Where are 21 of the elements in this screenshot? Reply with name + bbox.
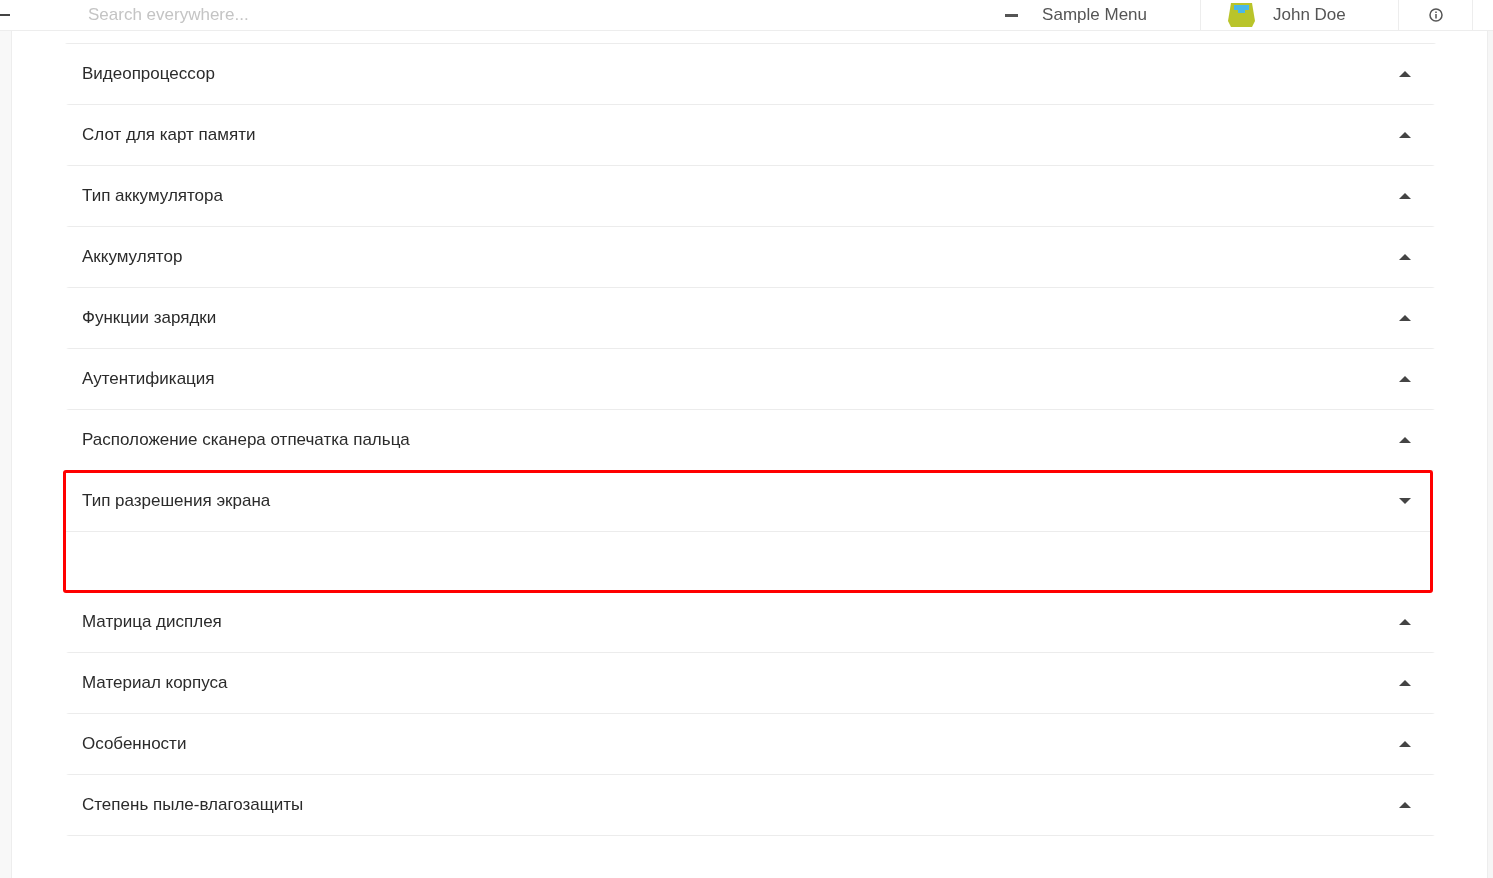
accordion-header[interactable]: Видеопроцессор <box>64 44 1437 104</box>
accordion-title: Особенности <box>82 734 187 754</box>
accordion-title: Слот для карт памяти <box>82 125 256 145</box>
search-field[interactable]: Search everywhere... <box>88 0 488 30</box>
accordion-title: Аутентификация <box>82 369 215 389</box>
dash-icon <box>1005 13 1019 17</box>
accordion-title: Функции зарядки <box>82 308 217 328</box>
dash-icon <box>0 14 10 16</box>
accordion-title: Расположение сканера отпечатка пальца <box>82 430 410 450</box>
accordion-title: Видеопроцессор <box>82 64 215 84</box>
user-name[interactable]: John Doe <box>1273 5 1346 25</box>
accordion-title: Материал корпуса <box>82 673 228 693</box>
avatar-icon <box>1228 3 1255 27</box>
info-icon <box>1428 8 1443 22</box>
info-button[interactable] <box>1428 8 1443 22</box>
accordion-title: Матрица дисплея <box>82 612 222 632</box>
accordion-title: Тип разрешения экрана <box>82 491 271 511</box>
accordion-title: Тип аккумулятора <box>82 186 223 206</box>
accordion-title: Степень пыле-влагозащиты <box>82 795 304 815</box>
accordion-title: Аккумулятор <box>82 247 183 267</box>
sample-menu-link[interactable]: Sample Menu <box>1005 0 1200 30</box>
